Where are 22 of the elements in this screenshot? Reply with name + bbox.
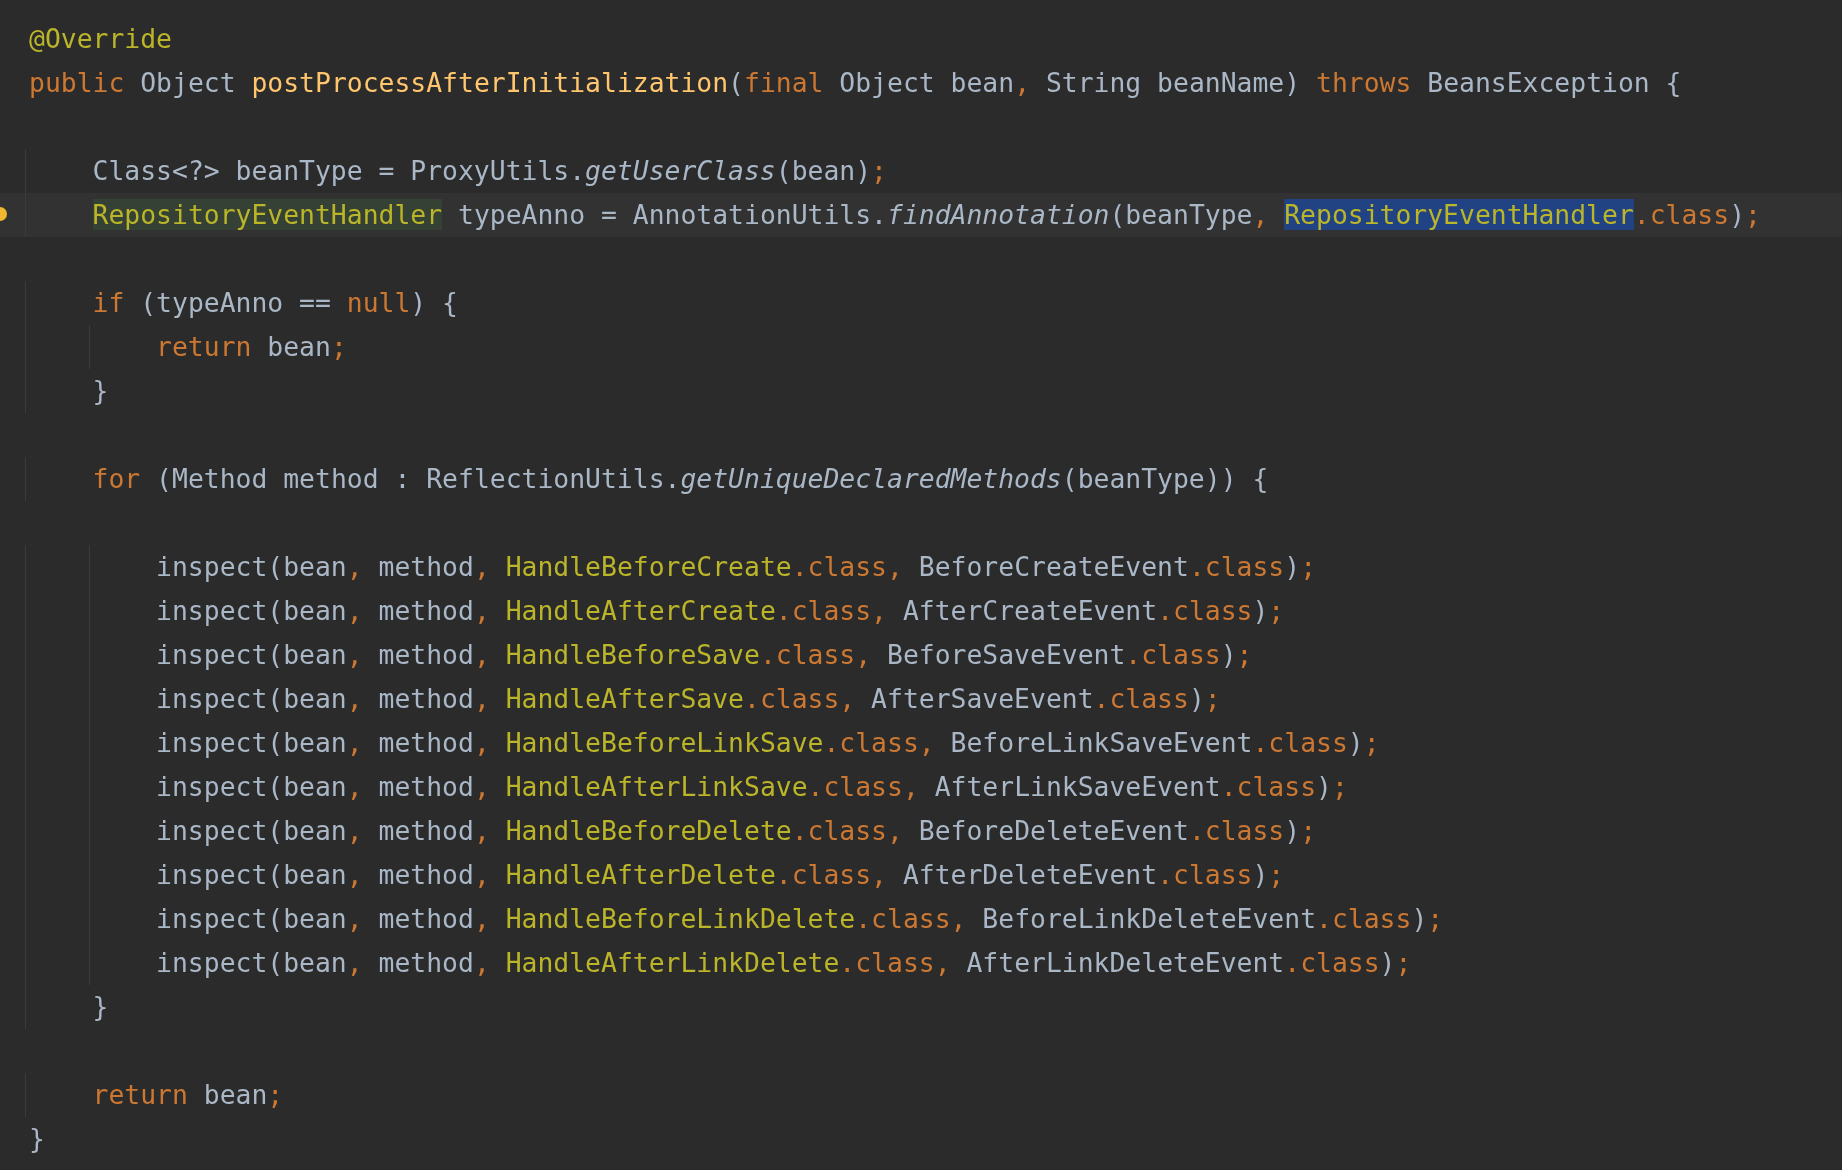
code-line: inspect(bean, method, HandleBeforeLinkSave.class, BeforeLinkSaveEvent.class); [156,726,1380,760]
code-line: inspect(bean, method, HandleBeforeLinkDelete.class, BeforeLinkDeleteEvent.class); [156,902,1444,936]
code-line: inspect(bean, method, HandleBeforeCreate.class, BeforeCreateEvent.class); [156,550,1317,584]
code-line: return bean; [92,1078,284,1112]
code-line: inspect(bean, method, HandleBeforeDelete.class, BeforeDeleteEvent.class); [156,814,1317,848]
code-line: inspect(bean, method, HandleAfterSave.class, AfterSaveEvent.class); [156,682,1221,716]
code-line: } [29,1122,45,1156]
code-line: if (typeAnno == null) { [92,286,458,320]
code-line: @Override [29,22,172,56]
lightbulb-icon[interactable] [0,207,7,223]
code-line: inspect(bean, method, HandleAfterLinkSave.class, AfterLinkSaveEvent.class); [156,770,1348,804]
code-line: inspect(bean, method, HandleAfterDelete.class, AfterDeleteEvent.class); [156,858,1285,892]
code-line: for (Method method : ReflectionUtils.getUniqueDeclaredMethods(beanType)) { [92,462,1269,496]
code-line: } [92,374,109,408]
code-line: inspect(bean, method, HandleAfterCreate.class, AfterCreateEvent.class); [156,594,1285,628]
code-line: return bean; [156,330,347,364]
code-line: } [92,990,109,1024]
code-line: public Object postProcessAfterInitialization(final Object bean, String beanName) throws BeansException { [29,66,1682,100]
code-line: inspect(bean, method, HandleBeforeSave.class, BeforeSaveEvent.class); [156,638,1253,672]
code-line: inspect(bean, method, HandleAfterLinkDelete.class, AfterLinkDeleteEvent.class); [156,946,1412,980]
code-line: RepositoryEventHandler typeAnno = AnnotationUtils.findAnnotation(beanType, RepositoryEventHandler.class); [92,198,1761,232]
code-line: Class<?> beanType = ProxyUtils.getUserClass(bean); [92,154,887,188]
